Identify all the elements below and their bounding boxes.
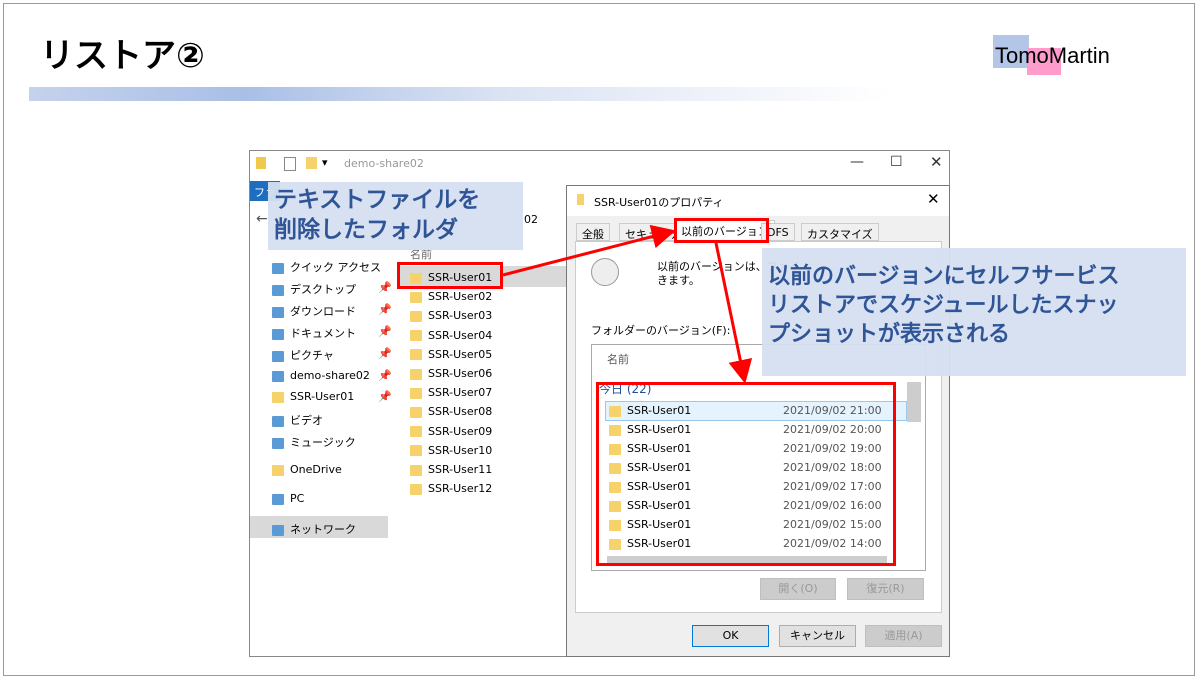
- arrows: [502, 224, 753, 384]
- arrow-tab-to-versions: [714, 242, 753, 384]
- arrow-folder-to-tab: [502, 224, 676, 277]
